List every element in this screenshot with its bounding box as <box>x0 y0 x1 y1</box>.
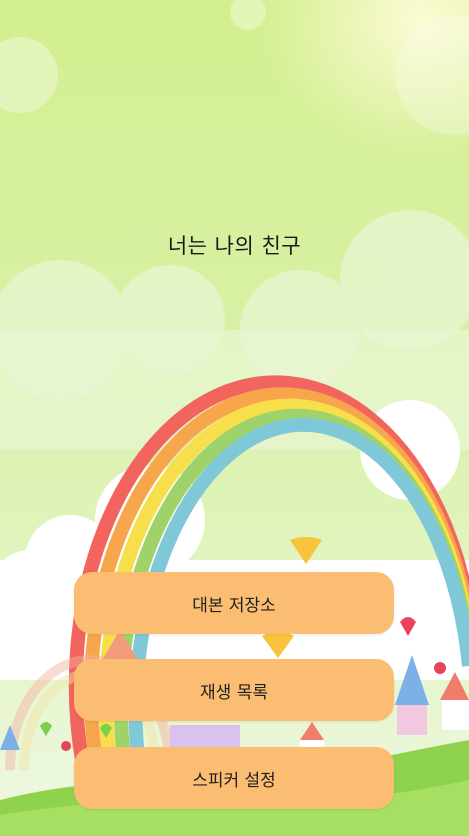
playlist-label: 재생 목록 <box>200 682 268 703</box>
script-storage-button[interactable]: 대본 저장소 <box>74 572 394 634</box>
speaker-settings-label: 스피커 설정 <box>192 770 276 791</box>
playlist-button[interactable]: 재생 목록 <box>74 659 394 721</box>
script-storage-label: 대본 저장소 <box>192 595 276 616</box>
speaker-settings-button[interactable]: 스피커 설정 <box>74 747 394 809</box>
app-screen: 너는 나의 친구 대본 저장소 재생 목록 스피커 설정 <box>0 0 469 836</box>
page-title: 너는 나의 친구 <box>167 234 302 258</box>
